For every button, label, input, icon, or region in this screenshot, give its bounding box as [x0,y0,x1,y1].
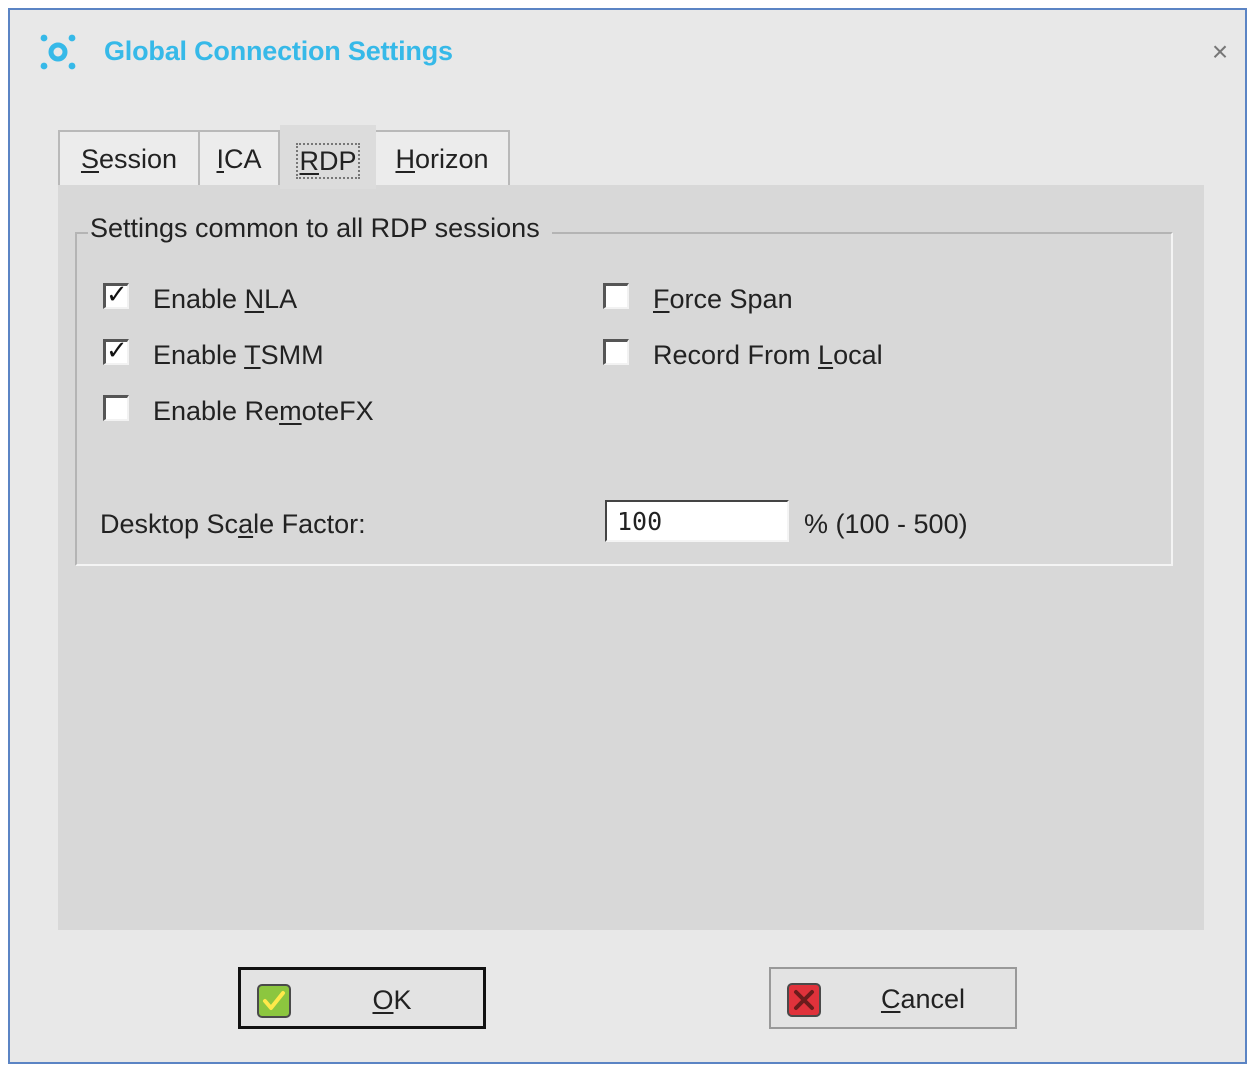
tab-horizon-label: Horizon [395,144,489,174]
group-title: Settings common to all RDP sessions [88,213,552,244]
tab-horizon[interactable]: Horizon [374,130,510,187]
close-icon[interactable]: × [1206,38,1234,66]
tab-session-label: Session [80,144,178,174]
enable-nla-label: Enable NLA [153,284,298,314]
desktop-scale-range-hint: % (100 - 500) [804,509,968,539]
record-from-local-label: Record From Local [653,340,883,370]
enable-remotefx-label: Enable RemoteFX [153,396,374,426]
dialog-window: Global Connection Settings × Session ICA… [8,8,1247,1064]
checkmark-icon: ✓ [106,336,128,366]
tab-session[interactable]: Session [58,130,200,187]
checkbox-box: ✓ [103,280,129,310]
connection-settings-icon [40,34,76,70]
cancel-button[interactable]: Cancel [769,967,1017,1029]
checkbox-box [603,283,629,309]
checkmark-icon: ✓ [106,280,128,310]
tab-rdp[interactable]: RDP [280,125,376,189]
rdp-tab-panel: Settings common to all RDP sessions ✓ En… [58,185,1204,930]
tab-ica[interactable]: ICA [198,130,280,187]
cancel-button-label: Cancel [880,984,966,1014]
ok-button[interactable]: OK [238,967,486,1029]
tab-rdp-label: RDP [296,143,360,179]
ok-button-label: OK [372,985,412,1015]
checkbox-box [603,339,629,365]
force-span-label: Force Span [653,284,793,314]
desktop-scale-label: Desktop Scale Factor: [100,509,366,539]
checkbox-box: ✓ [103,336,129,366]
checkbox-box [103,395,129,421]
dialog-title: Global Connection Settings [104,36,453,66]
enable-tsmm-label: Enable TSMM [153,340,324,370]
desktop-scale-input[interactable] [605,500,789,542]
title-bar: Global Connection Settings × [10,10,1245,96]
tab-ica-label: ICA [216,144,262,174]
